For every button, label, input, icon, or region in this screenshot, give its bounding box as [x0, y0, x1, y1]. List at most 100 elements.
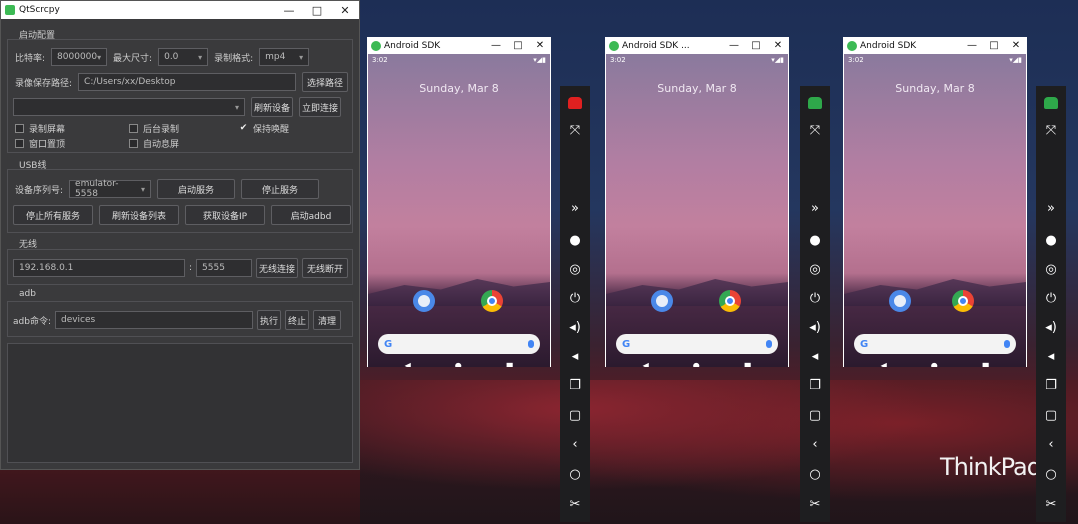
get-ip-button[interactable]: 获取设备IP: [185, 205, 265, 225]
close-button[interactable]: ✕: [767, 40, 789, 51]
home-icon[interactable]: ▢: [800, 404, 830, 426]
chrome-app-icon[interactable]: [719, 290, 741, 312]
circle-icon[interactable]: ○: [1036, 463, 1066, 485]
wireless-connect-button[interactable]: 无线连接: [256, 258, 299, 278]
minimize-button[interactable]: —: [485, 40, 507, 51]
start-adbd-button[interactable]: 启动adbd: [271, 205, 351, 225]
maximize-button[interactable]: □: [745, 40, 767, 51]
google-search-bar[interactable]: G: [378, 334, 540, 354]
device-screen[interactable]: 3:02 ▾◢▮ Sunday, Mar 8 G ◀ ● ■: [844, 54, 1026, 367]
clear-button[interactable]: 清理: [312, 310, 341, 330]
home-nav-icon[interactable]: ●: [455, 361, 462, 367]
close-button[interactable]: ✕: [331, 4, 359, 17]
minimize-button[interactable]: —: [723, 40, 745, 51]
select-path-button[interactable]: 选择路径: [302, 72, 349, 92]
background-record-checkbox[interactable]: 后台录制: [129, 122, 179, 135]
maximize-button[interactable]: □: [507, 40, 529, 51]
close-button[interactable]: ✕: [1005, 40, 1027, 51]
back-icon[interactable]: ‹: [800, 433, 830, 455]
record-screen-checkbox[interactable]: 录制屏幕: [15, 122, 65, 135]
screenshot-icon[interactable]: ✂: [1036, 493, 1066, 515]
recents-nav-icon[interactable]: ■: [506, 361, 514, 367]
app-switch-icon[interactable]: ❐: [560, 374, 590, 396]
power-icon[interactable]: ⏻: [560, 287, 590, 309]
recents-nav-icon[interactable]: ■: [744, 361, 752, 367]
bitrate-select[interactable]: 8000000: [51, 48, 108, 66]
screenshot-icon[interactable]: ✂: [560, 493, 590, 515]
back-nav-icon[interactable]: ◀: [881, 361, 887, 367]
robot-icon[interactable]: [1036, 92, 1066, 114]
max-size-select[interactable]: 0.0: [158, 48, 209, 66]
record-format-select[interactable]: mp4: [259, 48, 310, 66]
record-path-field[interactable]: C:/Users/xx/Desktop: [78, 73, 297, 91]
connect-button[interactable]: 立即连接: [299, 97, 341, 117]
device-serial-select[interactable]: emulator-5558: [69, 179, 152, 199]
messages-app-icon[interactable]: [651, 290, 673, 312]
execute-button[interactable]: 执行: [256, 310, 281, 330]
circle-icon[interactable]: ○: [560, 463, 590, 485]
refresh-button[interactable]: 刷新设备: [251, 97, 293, 117]
adb-command-input[interactable]: devices: [54, 311, 253, 329]
device-select[interactable]: [13, 98, 245, 116]
robot-icon[interactable]: [800, 92, 830, 114]
volume-up-icon[interactable]: ◂): [560, 316, 590, 338]
maximize-button[interactable]: □: [303, 4, 331, 17]
terminate-button[interactable]: 终止: [284, 310, 309, 330]
power-icon[interactable]: ⏻: [800, 287, 830, 309]
record-icon[interactable]: ●: [560, 229, 590, 251]
volume-down-icon[interactable]: ◂: [560, 345, 590, 367]
app-switch-icon[interactable]: ❐: [800, 374, 830, 396]
hide-icon[interactable]: ◎: [560, 258, 590, 280]
home-icon[interactable]: ▢: [560, 404, 590, 426]
record-icon[interactable]: ●: [800, 229, 830, 251]
app-switch-icon[interactable]: ❐: [1036, 374, 1066, 396]
power-icon[interactable]: ⏻: [1036, 287, 1066, 309]
back-nav-icon[interactable]: ◀: [405, 361, 411, 367]
back-icon[interactable]: ‹: [1036, 433, 1066, 455]
volume-down-icon[interactable]: ◂: [800, 345, 830, 367]
messages-app-icon[interactable]: [413, 290, 435, 312]
hide-icon[interactable]: ◎: [800, 258, 830, 280]
fullscreen-icon[interactable]: ⤧: [560, 119, 590, 141]
minimize-button[interactable]: —: [275, 4, 303, 17]
home-nav-icon[interactable]: ●: [693, 361, 700, 367]
back-nav-icon[interactable]: ◀: [643, 361, 649, 367]
messages-app-icon[interactable]: [889, 290, 911, 312]
chrome-app-icon[interactable]: [481, 290, 503, 312]
volume-up-icon[interactable]: ◂): [1036, 316, 1066, 338]
refresh-devices-button[interactable]: 刷新设备列表: [99, 205, 179, 225]
hide-icon[interactable]: ◎: [1036, 258, 1066, 280]
maximize-button[interactable]: □: [983, 40, 1005, 51]
always-on-top-checkbox[interactable]: 窗口置顶: [15, 137, 65, 150]
record-icon[interactable]: ●: [1036, 229, 1066, 251]
chrome-app-icon[interactable]: [952, 290, 974, 312]
fullscreen-icon[interactable]: ⤧: [800, 119, 830, 141]
screen-off-checkbox[interactable]: 自动息屏: [129, 137, 179, 150]
close-button[interactable]: ✕: [529, 40, 551, 51]
port-input[interactable]: 5555: [196, 259, 253, 277]
wireless-disconnect-button[interactable]: 无线断开: [302, 258, 349, 278]
recents-nav-icon[interactable]: ■: [982, 361, 990, 367]
ip-input[interactable]: 192.168.0.1: [13, 259, 185, 277]
expand-icon[interactable]: »: [560, 197, 590, 219]
volume-down-icon[interactable]: ◂: [1036, 345, 1066, 367]
fullscreen-icon[interactable]: ⤧: [1036, 119, 1066, 141]
expand-icon[interactable]: »: [800, 197, 830, 219]
volume-up-icon[interactable]: ◂): [800, 316, 830, 338]
google-search-bar[interactable]: G: [616, 334, 778, 354]
home-icon[interactable]: ▢: [1036, 404, 1066, 426]
device-screen[interactable]: 3:02 ▾◢▮ Sunday, Mar 8 G ◀ ● ■: [368, 54, 550, 367]
start-service-button[interactable]: 启动服务: [157, 179, 236, 199]
google-search-bar[interactable]: G: [854, 334, 1016, 354]
minimize-button[interactable]: —: [961, 40, 983, 51]
back-icon[interactable]: ‹: [560, 433, 590, 455]
screenshot-icon[interactable]: ✂: [800, 493, 830, 515]
home-nav-icon[interactable]: ●: [931, 361, 938, 367]
stop-all-button[interactable]: 停止所有服务: [13, 205, 93, 225]
expand-icon[interactable]: »: [1036, 197, 1066, 219]
device-screen[interactable]: 3:02 ▾◢▮ Sunday, Mar 8 G ◀ ● ■: [606, 54, 788, 367]
keep-awake-checkbox[interactable]: ✔ 保持唤醒: [239, 122, 289, 136]
stop-service-button[interactable]: 停止服务: [241, 179, 320, 199]
circle-icon[interactable]: ○: [800, 463, 830, 485]
robot-icon[interactable]: [560, 92, 590, 114]
